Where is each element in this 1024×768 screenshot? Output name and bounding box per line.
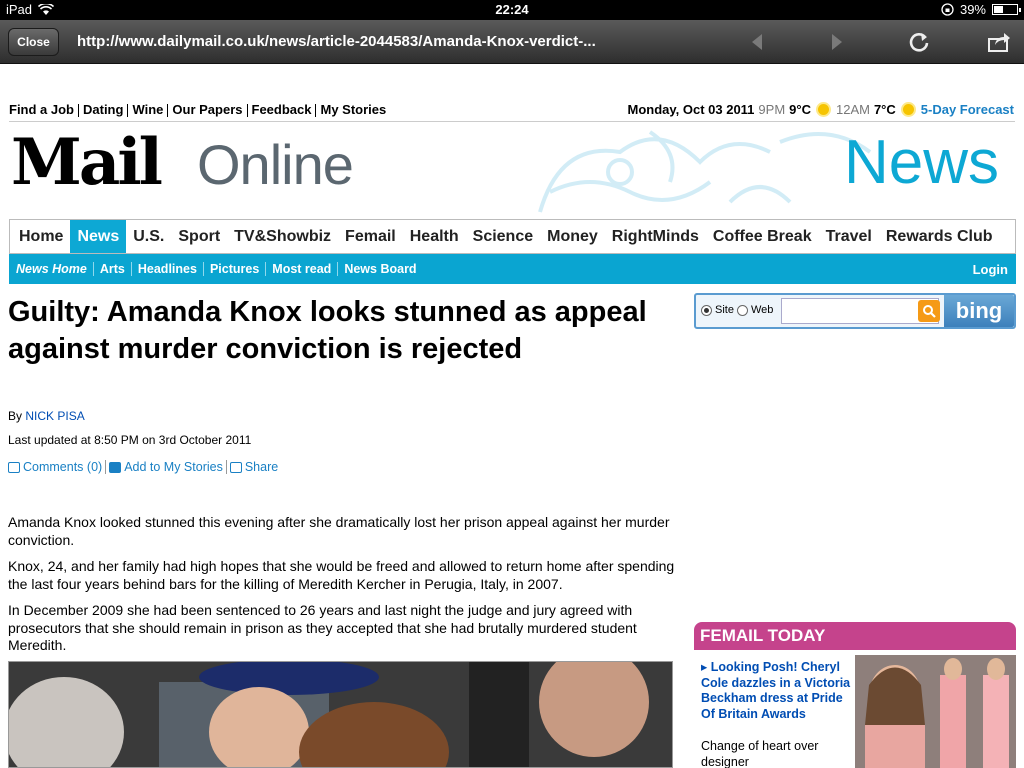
nav-item-travel[interactable]: Travel: [819, 220, 879, 253]
search-icon[interactable]: [918, 300, 940, 322]
site-label: Site: [715, 304, 734, 316]
femail-story-title[interactable]: Looking Posh! Cheryl Cole dazzles in a V…: [701, 660, 850, 721]
subnav-pictures[interactable]: Pictures: [202, 262, 265, 276]
arrow-icon: ▸: [701, 660, 711, 674]
weather-temp-2: 7°C: [873, 102, 896, 117]
top-link-find-a-job[interactable]: Find a Job: [9, 102, 74, 117]
share-link[interactable]: Share: [245, 460, 278, 474]
weather-temp-1: 9°C: [789, 102, 811, 117]
nav-item-u-s[interactable]: U.S.: [126, 220, 171, 253]
nav-item-news[interactable]: News: [70, 220, 127, 253]
article-photo[interactable]: [8, 661, 673, 768]
bing-logo: bing: [944, 295, 1014, 327]
sun-icon: [817, 104, 829, 115]
nav-item-rewards-club[interactable]: Rewards Club: [879, 220, 1000, 253]
top-link-my-stories[interactable]: My Stories: [320, 102, 386, 117]
close-button[interactable]: Close: [8, 28, 59, 56]
subnav-news-board[interactable]: News Board: [337, 262, 422, 276]
add-icon: [109, 461, 122, 473]
weather-bar: Monday, Oct 03 2011 9PM 9°C 12AM 7°C 5-D…: [627, 102, 1014, 117]
sub-nav: News Home Arts Headlines Pictures Most r…: [9, 254, 1016, 284]
top-link-wine[interactable]: Wine: [132, 102, 163, 117]
nav-item-home[interactable]: Home: [12, 220, 70, 253]
nav-item-rightminds[interactable]: RightMinds: [605, 220, 706, 253]
comment-icon: [8, 461, 20, 473]
section-title: News: [843, 128, 999, 197]
byline-prefix: By: [8, 409, 23, 423]
article-headline: Guilty: Amanda Knox looks stunned as app…: [8, 296, 647, 365]
nav-item-money[interactable]: Money: [540, 220, 605, 253]
femail-story-sub: Change of heart over designer: [701, 739, 819, 768]
battery-percent: 39%: [959, 2, 986, 17]
reload-icon[interactable]: [907, 30, 931, 54]
subnav-news-home[interactable]: News Home: [16, 262, 93, 276]
search-box: Site Web bing: [694, 293, 1016, 329]
article-paragraph: In December 2009 she had been sentenced …: [8, 602, 637, 653]
login-link[interactable]: Login: [973, 262, 1008, 277]
nav-item-tv-showbiz[interactable]: TV&Showbiz: [227, 220, 338, 253]
article-paragraph: Amanda Knox looked stunned this evening …: [8, 514, 670, 548]
add-to-my-stories-link[interactable]: Add to My Stories: [124, 460, 223, 474]
url-field[interactable]: http://www.dailymail.co.uk/news/article-…: [77, 33, 596, 50]
last-updated: Last updated at 8:50 PM on 3rd October 2…: [8, 433, 252, 447]
top-link-our-papers[interactable]: Our Papers: [172, 102, 242, 117]
femail-story-image[interactable]: [855, 655, 1016, 768]
sun-icon: [902, 104, 914, 115]
logo-mail[interactable]: Mail: [11, 125, 163, 200]
top-links: Find a Job Dating Wine Our Papers Feedba…: [9, 102, 386, 117]
weather-time-1: 9PM: [758, 102, 786, 117]
subnav-headlines[interactable]: Headlines: [130, 262, 203, 276]
site-radio[interactable]: [701, 304, 712, 316]
web-label: Web: [750, 304, 774, 316]
share-action-icon[interactable]: [987, 30, 1011, 54]
share-icon: [229, 461, 242, 473]
comments-link[interactable]: Comments (0): [23, 460, 102, 474]
nav-item-coffee-break[interactable]: Coffee Break: [706, 220, 819, 253]
article-paragraph: Knox, 24, and her family had high hopes …: [8, 558, 675, 592]
femail-story-link[interactable]: ▸ Looking Posh! Cheryl Cole dazzles in a…: [701, 660, 851, 722]
byline: By NICK PISA: [8, 409, 85, 423]
top-link-feedback[interactable]: Feedback: [252, 102, 312, 117]
back-icon[interactable]: [745, 30, 769, 54]
main-nav: Home News U.S. Sport TV&Showbiz Femail Health S…: [9, 219, 1016, 254]
rotation-lock-icon: [941, 3, 954, 16]
nav-item-sport[interactable]: Sport: [171, 220, 227, 253]
article-actions: Comments (0) Add to My Stories Share: [8, 460, 278, 474]
nav-item-health[interactable]: Health: [403, 220, 466, 253]
subnav-most-read[interactable]: Most read: [265, 262, 337, 276]
status-bar: iPad 22:24 39%: [0, 0, 1024, 20]
forecast-link[interactable]: 5-Day Forecast: [921, 102, 1014, 117]
weather-time-2: 12AM: [835, 102, 870, 117]
current-date: Monday, Oct 03 2011: [627, 102, 755, 117]
femail-today-header[interactable]: FEMAIL TODAY: [694, 622, 1016, 650]
forward-icon[interactable]: [825, 30, 849, 54]
nav-item-science[interactable]: Science: [466, 220, 540, 253]
nav-item-femail[interactable]: Femail: [338, 220, 403, 253]
top-link-dating[interactable]: Dating: [83, 102, 123, 117]
author-link[interactable]: NICK PISA: [25, 409, 84, 423]
battery-icon: [992, 4, 1021, 15]
article-body: Amanda Knox looked stunned this evening …: [8, 514, 678, 664]
browser-toolbar: Close http://www.dailymail.co.uk/news/ar…: [0, 20, 1024, 64]
masthead: Mail Online News: [0, 122, 1024, 218]
logo-online[interactable]: Online: [197, 132, 354, 197]
clock: 22:24: [495, 2, 529, 17]
subnav-arts[interactable]: Arts: [92, 262, 131, 276]
femail-today-panel: ▸ Looking Posh! Cheryl Cole dazzles in a…: [694, 650, 1016, 768]
web-radio[interactable]: [736, 304, 748, 316]
search-input[interactable]: [781, 298, 939, 324]
